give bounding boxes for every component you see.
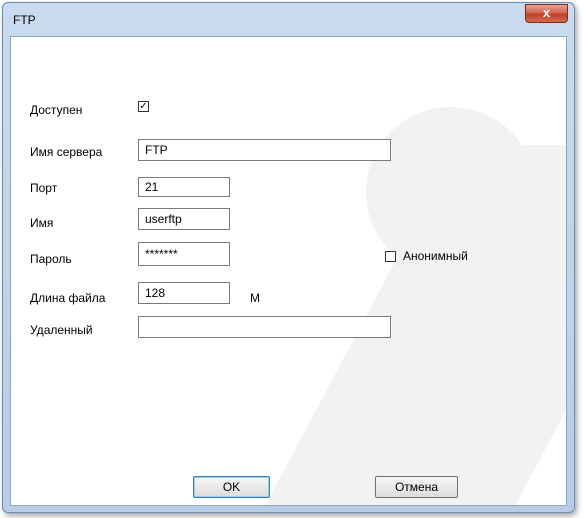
file-length-unit: М [250, 291, 260, 305]
remote-input[interactable] [138, 316, 391, 338]
remote-label: Удаленный [30, 323, 93, 337]
password-input[interactable] [138, 242, 230, 266]
anonymous-checkbox[interactable] [385, 251, 396, 262]
file-length-label: Длина файла [30, 291, 105, 305]
user-input[interactable] [138, 208, 230, 230]
window-title: FTP [13, 13, 36, 27]
port-input[interactable] [138, 177, 230, 197]
ok-button[interactable]: OK [193, 476, 270, 498]
enabled-checkbox[interactable]: ✓ [138, 101, 149, 112]
enabled-label: Доступен [30, 103, 82, 117]
port-label: Порт [30, 181, 57, 195]
checkmark-icon: ✓ [139, 101, 147, 112]
close-button[interactable]: x [525, 4, 568, 23]
user-label: Имя [30, 216, 53, 230]
anonymous-label: Анонимный [403, 249, 468, 263]
server-label: Имя сервера [30, 145, 102, 159]
server-input[interactable] [138, 139, 391, 161]
dialog-body: Доступен ✓ Имя сервера Порт Имя Пароль А… [10, 36, 567, 506]
close-icon: x [543, 5, 550, 20]
ftp-dialog-window: FTP x Доступен ✓ Имя сервера Порт Имя Па… [2, 2, 575, 513]
password-label: Пароль [30, 252, 72, 266]
cancel-button[interactable]: Отмена [375, 476, 458, 498]
file-length-input[interactable] [138, 282, 230, 304]
